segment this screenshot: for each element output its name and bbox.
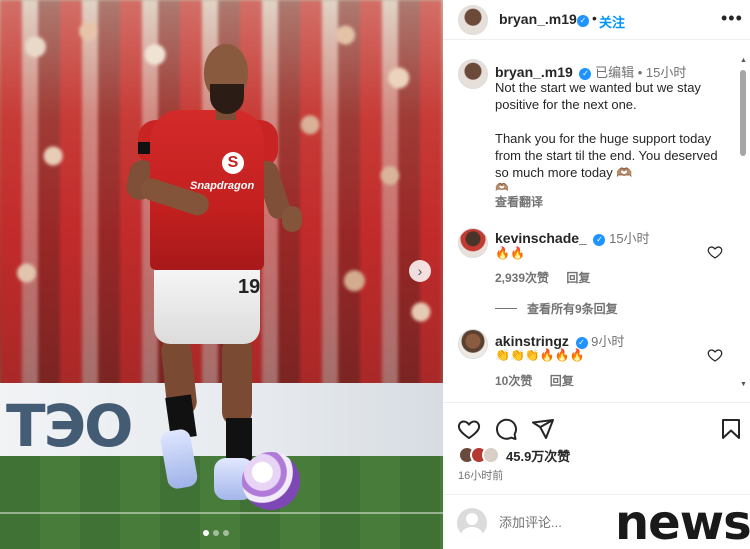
sponsor-logo: S [222,152,244,174]
scroll-up-icon[interactable]: ▲ [740,57,747,64]
share-icon[interactable] [531,417,555,441]
heart-icon[interactable] [707,347,723,363]
chevron-right-icon: › [417,263,423,279]
scroll-thumb[interactable] [740,70,746,156]
likes-count[interactable]: 45.9万次赞 [506,446,570,465]
post-side-panel: bryan_.m19 ✓ • 关注 ••• bryan_.m19 ✓ 已编辑 •… [443,0,750,549]
player-leg-right [222,336,252,426]
carousel-dot [223,530,229,536]
comment-username[interactable]: akinstringz [495,333,569,349]
comment-meta: 10次赞 回复 [495,372,588,389]
player-boot-left [159,427,199,491]
comment-avatar[interactable] [458,329,488,359]
comment-icon[interactable] [494,417,518,441]
post-header: bryan_.m19 ✓ • 关注 ••• [443,0,750,40]
heart-icon[interactable] [707,244,723,260]
caption-dot: • [637,65,646,80]
player-shorts [154,262,260,344]
follow-button[interactable]: 关注 [599,12,625,31]
comment-username[interactable]: kevinschade_ [495,230,587,246]
caption-paragraph-1: Not the start we wanted but we stay posi… [495,80,701,112]
comment-likes[interactable]: 2,939次赞 [495,271,549,285]
comment-reply-button[interactable]: 回复 [550,374,574,388]
user-placeholder-icon [457,508,487,538]
sponsor-text: Snapdragon [190,180,255,192]
post-timestamp: 16小时前 [458,470,504,482]
comments-scrollbar[interactable]: ▲ ▼ [740,57,747,390]
comment-text: 🔥🔥 [495,246,525,260]
caption-author-avatar[interactable] [458,59,488,89]
comment-meta: 2,939次赞 回复 [495,269,604,286]
caption-username[interactable]: bryan_.m19 [495,64,573,80]
author-username[interactable]: bryan_.m19 [499,11,577,27]
view-replies-link[interactable]: 查看所有9条回复 [495,300,618,317]
likes-summary[interactable]: 45.9万次赞 [458,445,570,465]
comment-text: 👏👏👏🔥🔥🔥 [495,348,585,362]
carousel-next-button[interactable]: › [409,260,431,282]
comment-likes[interactable]: 10次赞 [495,374,532,388]
more-icon[interactable]: ••• [721,8,743,29]
comment-header: kevinschade_ ✓ 15小时 [495,228,650,247]
separator-dot: • [592,10,597,26]
football-player: 19 S Snapdragon [0,0,443,549]
caption-text: Not the start we wanted but we stay posi… [495,79,731,198]
caption-time: 15小时 [645,65,687,80]
carousel-dot [213,530,219,536]
see-translation-link[interactable]: 查看翻译 [495,193,543,210]
player-sock-right [226,418,252,462]
football [242,452,300,510]
heart-icon[interactable] [457,417,481,441]
news-watermark: news [615,495,750,549]
verified-badge-icon: ✓ [577,15,589,27]
comment-avatar[interactable] [458,228,488,258]
comment-reply-button[interactable]: 回复 [566,271,590,285]
edited-label: 已编辑 [595,65,635,80]
player-hand-right [282,206,302,232]
carousel-dots [203,530,229,536]
action-bar [443,402,750,442]
bookmark-icon[interactable] [719,417,743,441]
author-avatar[interactable] [458,5,488,35]
comment-time: 15小时 [609,231,650,246]
liker-avatar [482,446,500,464]
carousel-dot-active [203,530,209,536]
scroll-down-icon[interactable]: ▼ [740,381,747,388]
caption-paragraph-2: Thank you for the huge support today fro… [495,131,718,180]
verified-wrap: ✓ [574,11,589,29]
post-photo[interactable]: TЭO 19 S Snapdragon › [0,0,443,549]
shorts-number: 19 [238,276,261,298]
comment-time: 9小时 [591,334,625,349]
verified-badge-icon: ✓ [593,234,606,246]
